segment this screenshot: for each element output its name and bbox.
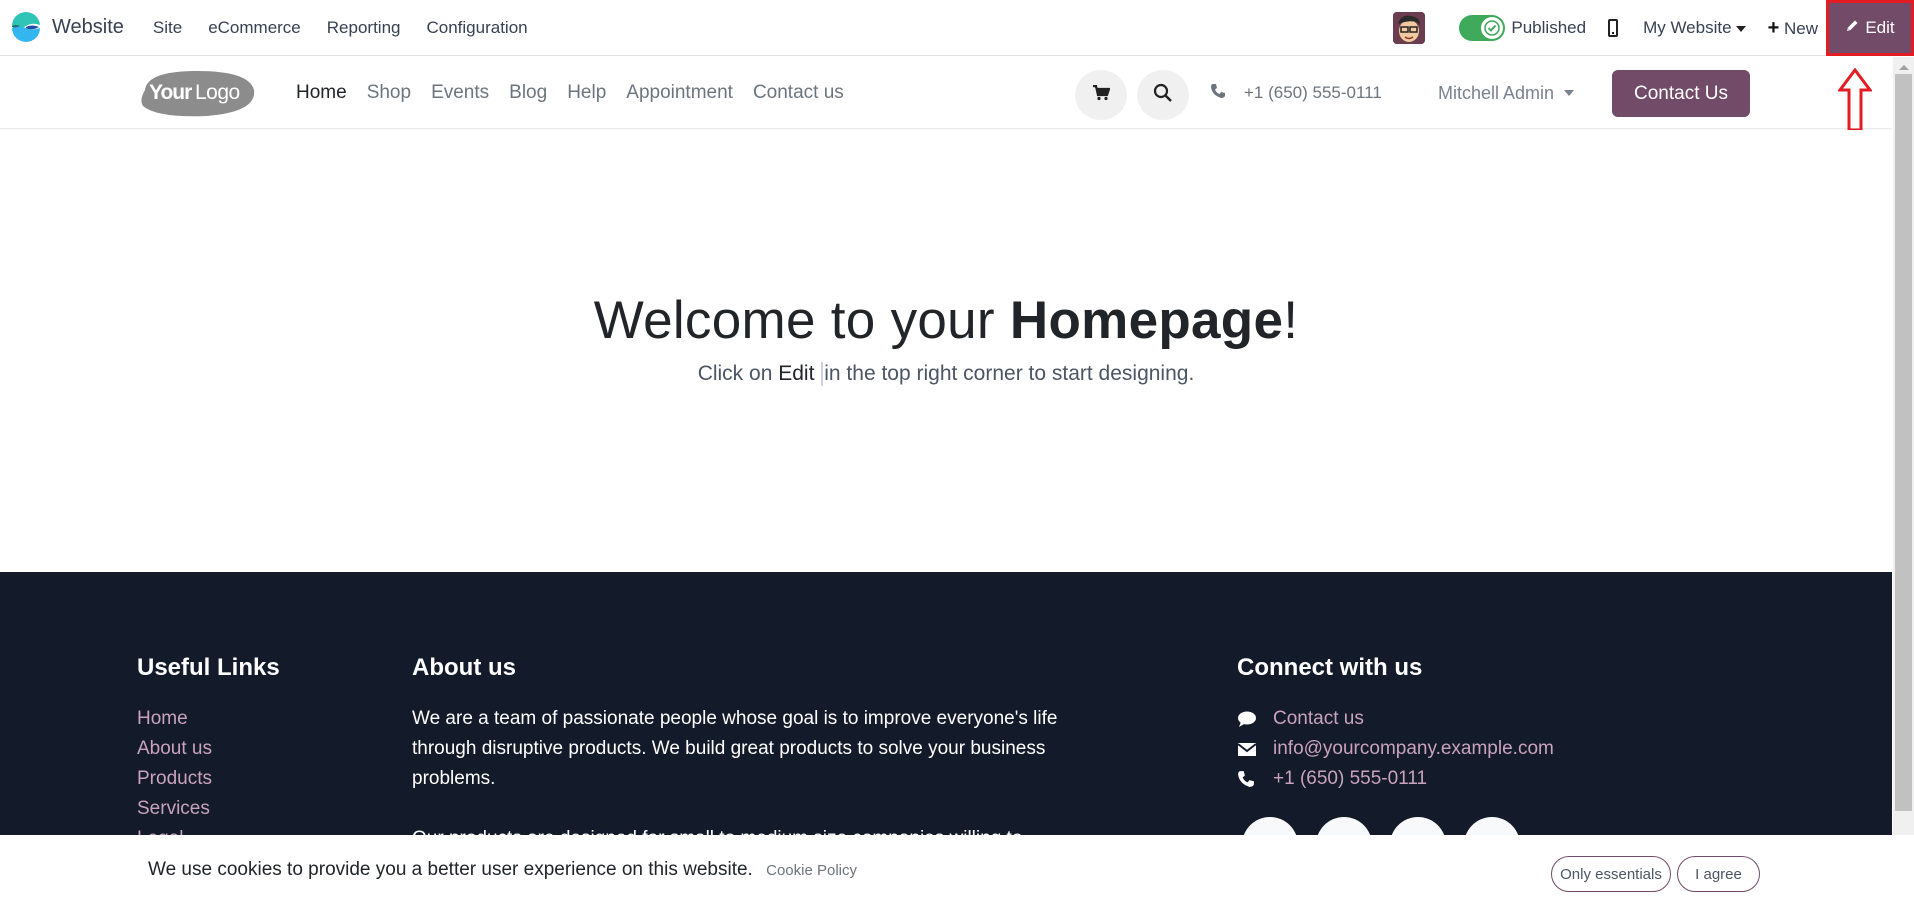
hero-subtitle-post: in the top right corner to start designi… xyxy=(824,362,1195,385)
svg-text:Logo: Logo xyxy=(195,81,240,104)
website-header: Your Logo Home Shop Events Blog Help App… xyxy=(0,57,1892,129)
connect-email[interactable]: info@yourcompany.example.com xyxy=(1237,734,1554,764)
footer-link-services[interactable]: Services xyxy=(137,794,280,824)
only-essentials-button[interactable]: Only essentials xyxy=(1551,856,1671,892)
hero-title: Welcome to your Homepage! xyxy=(0,290,1892,351)
new-label: New xyxy=(1783,18,1818,38)
footer-link-about-us[interactable]: About us xyxy=(137,734,280,764)
annotation-arrow-up-icon xyxy=(1837,67,1873,137)
nav-appointment[interactable]: Appointment xyxy=(626,82,733,104)
social-button[interactable] xyxy=(1390,817,1446,835)
site-logo[interactable]: Your Logo xyxy=(137,68,257,118)
connect-label: info@yourcompany.example.com xyxy=(1273,738,1554,759)
search-button[interactable] xyxy=(1137,70,1189,120)
user-avatar[interactable] xyxy=(1393,12,1426,44)
hero-subtitle-pre: Click on xyxy=(697,362,779,385)
social-button[interactable] xyxy=(1464,817,1520,835)
comment-icon xyxy=(1237,707,1261,731)
nav-home[interactable]: Home xyxy=(296,82,347,104)
cookie-bar: We use cookies to provide you a better u… xyxy=(0,835,1914,907)
published-label[interactable]: Published xyxy=(1511,18,1586,38)
website-app-icon xyxy=(10,11,42,44)
pencil-icon xyxy=(1845,18,1859,38)
about-us-column: About us We are a team of passionate peo… xyxy=(412,654,1072,835)
site-footer: Useful Links Home About us Products Serv… xyxy=(0,572,1892,835)
cookie-policy-link[interactable]: Cookie Policy xyxy=(766,862,857,879)
cookie-message-row: We use cookies to provide you a better u… xyxy=(148,859,857,881)
search-icon xyxy=(1153,83,1173,108)
cart-icon xyxy=(1092,84,1111,106)
user-name: Mitchell Admin xyxy=(1438,82,1555,103)
useful-links-title: Useful Links xyxy=(137,654,280,681)
header-phone[interactable]: +1 (650) 555-0111 xyxy=(1210,57,1382,129)
hero-title-end: ! xyxy=(1283,291,1299,350)
hero-subtitle-edit: Edit xyxy=(778,362,815,385)
cookie-message: We use cookies to provide you a better u… xyxy=(148,859,753,880)
main-nav: Home Shop Events Blog Help Appointment C… xyxy=(296,57,864,129)
hero-section: Welcome to your Homepage! Click on Edit … xyxy=(0,130,1892,572)
published-toggle[interactable] xyxy=(1459,15,1506,41)
social-links xyxy=(1242,817,1538,835)
footer-link-products[interactable]: Products xyxy=(137,764,280,794)
text-cursor xyxy=(821,362,824,387)
contact-us-button[interactable]: Contact Us xyxy=(1612,70,1750,117)
plus-icon: + xyxy=(1767,16,1780,39)
svg-text:Your: Your xyxy=(149,81,192,104)
footer-link-home[interactable]: Home xyxy=(137,704,280,734)
new-button[interactable]: + New xyxy=(1768,17,1818,40)
edit-button[interactable]: Edit xyxy=(1826,0,1914,56)
cart-button[interactable] xyxy=(1075,70,1127,120)
connect-phone[interactable]: +1 (650) 555-0111 xyxy=(1237,764,1554,794)
about-paragraph: Our products are designed for small to m… xyxy=(412,824,1072,835)
social-button[interactable] xyxy=(1242,817,1298,835)
footer-link-legal[interactable]: Legal xyxy=(137,824,280,835)
hero-title-normal: Welcome to your xyxy=(593,291,1010,350)
user-menu[interactable]: Mitchell Admin xyxy=(1438,57,1575,129)
phone-icon xyxy=(1210,83,1226,104)
header-phone-number: +1 (650) 555-0111 xyxy=(1244,83,1382,102)
topbar-actions: Published My Website + New Edit xyxy=(1393,0,1914,56)
app-name: Website xyxy=(52,16,124,38)
scroll-thumb[interactable] xyxy=(1895,74,1912,811)
odoo-topbar: Website Site eCommerce Reporting Configu… xyxy=(0,0,1914,56)
hero-title-bold: Homepage xyxy=(1009,291,1284,350)
caret-down-icon xyxy=(1735,25,1746,32)
connect-contact-us[interactable]: Contact us xyxy=(1237,704,1554,734)
nav-contact-us[interactable]: Contact us xyxy=(753,82,844,104)
menu-reporting[interactable]: Reporting xyxy=(327,18,401,38)
edit-label: Edit xyxy=(1865,18,1895,37)
page-scrollbar[interactable] xyxy=(1893,57,1914,835)
check-icon xyxy=(1481,17,1504,39)
connect-column: Connect with us Contact us info@yourcomp… xyxy=(1237,654,1554,794)
caret-down-icon xyxy=(1564,90,1575,96)
nav-events[interactable]: Events xyxy=(431,82,489,104)
menu-site[interactable]: Site xyxy=(153,18,182,38)
nav-shop[interactable]: Shop xyxy=(367,82,411,104)
hero-subtitle: Click on Edit in the top right corner to… xyxy=(0,362,1892,387)
connect-label: +1 (650) 555-0111 xyxy=(1273,768,1428,789)
mobile-preview-icon[interactable] xyxy=(1608,19,1619,37)
nav-help[interactable]: Help xyxy=(567,82,606,104)
app-brand[interactable]: Website xyxy=(10,11,140,44)
website-selector[interactable]: My Website xyxy=(1643,18,1746,38)
connect-label: Contact us xyxy=(1273,708,1364,729)
phone-icon xyxy=(1237,767,1261,791)
social-button[interactable] xyxy=(1316,817,1372,835)
about-us-title: About us xyxy=(412,654,516,681)
menu-configuration[interactable]: Configuration xyxy=(427,18,528,38)
agree-button[interactable]: I agree xyxy=(1677,856,1760,892)
scroll-up-arrow-icon[interactable] xyxy=(1899,65,1909,70)
envelope-icon xyxy=(1237,737,1261,761)
about-paragraph: We are a team of passionate people whose… xyxy=(412,708,1058,789)
website-selector-label: My Website xyxy=(1643,18,1732,37)
connect-title: Connect with us xyxy=(1237,654,1423,681)
nav-blog[interactable]: Blog xyxy=(509,82,547,104)
menu-ecommerce[interactable]: eCommerce xyxy=(208,18,301,38)
useful-links-column: Useful Links Home About us Products Serv… xyxy=(137,654,280,835)
